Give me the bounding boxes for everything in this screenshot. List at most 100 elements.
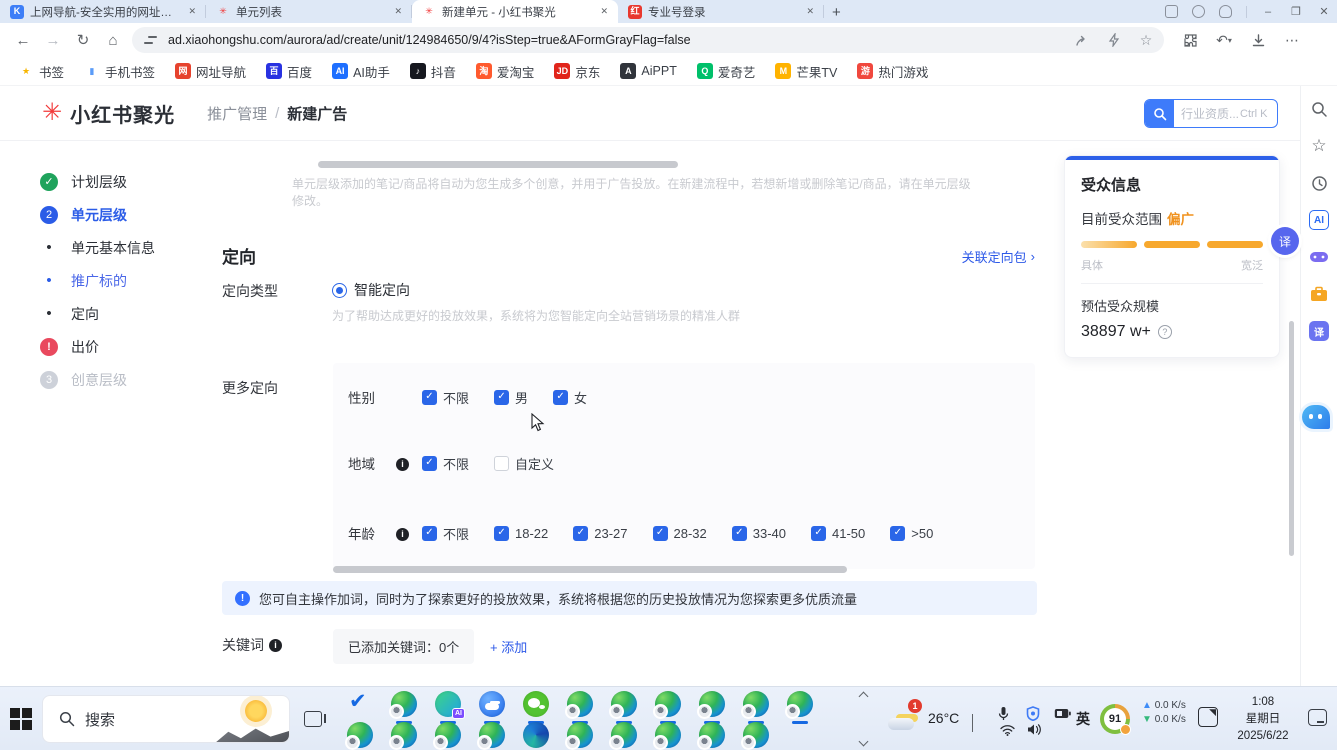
home-icon[interactable]: ⌂	[98, 32, 128, 49]
info-icon[interactable]: i	[396, 458, 409, 471]
bookmark-item[interactable]: A AiPPT	[620, 63, 676, 79]
sidebar-step[interactable]: • 单元基本信息	[0, 231, 205, 264]
taskbar-clock[interactable]: 1:08 星期日 2025/6/22	[1228, 694, 1298, 745]
taskbar-app-icon[interactable]	[426, 691, 470, 721]
question-icon[interactable]: ?	[1158, 325, 1172, 339]
checkbox-option[interactable]: ✓ 自定义	[494, 454, 554, 473]
scroll-up-icon[interactable]	[858, 692, 868, 702]
share-icon[interactable]	[1074, 32, 1090, 48]
checkbox-option[interactable]: ✓ 男	[494, 388, 528, 407]
targeting-package-link[interactable]: 关联定向包›	[962, 247, 1035, 266]
checkbox-option[interactable]: ✓ 23-27	[573, 526, 627, 541]
taskbar-app-icon[interactable]	[382, 722, 426, 750]
rail-search-icon[interactable]	[1308, 98, 1330, 120]
sidebar-step[interactable]: • 定向	[0, 297, 205, 330]
checkbox-option[interactable]: ✓ 女	[553, 388, 587, 407]
taskbar-app-icon[interactable]	[338, 691, 382, 721]
extensions-puzzle-icon[interactable]	[1182, 32, 1198, 48]
bookmark-item[interactable]: Q 爱奇艺	[697, 62, 756, 81]
taskbar-app-icon[interactable]	[514, 722, 558, 750]
search-icon[interactable]	[1145, 99, 1174, 128]
radio-selected-icon[interactable]	[332, 283, 347, 298]
taskbar-app-icon[interactable]	[734, 691, 778, 721]
volume-icon[interactable]	[1027, 723, 1042, 736]
rail-favorites-star-icon[interactable]: ☆	[1308, 135, 1330, 157]
checkbox-option[interactable]: ✓ >50	[890, 526, 933, 541]
checkbox[interactable]: ✓	[732, 526, 747, 541]
bookmark-item[interactable]: AI AI助手	[332, 62, 390, 81]
horizontal-scrollbar-bottom[interactable]	[333, 566, 847, 573]
smart-targeting-radio[interactable]: 智能定向	[332, 280, 410, 300]
breadcrumb-parent[interactable]: 推广管理	[207, 103, 267, 124]
sidebar-step[interactable]: ! 出价	[0, 330, 205, 363]
bookmark-item[interactable]: JD 京东	[554, 62, 600, 81]
taskbar-app-icon[interactable]	[558, 722, 602, 750]
sidebar-step[interactable]: 2 单元层级	[0, 198, 205, 231]
assistant-icon[interactable]	[1192, 5, 1205, 18]
tab-close-icon[interactable]: ✕	[392, 4, 404, 19]
checkbox[interactable]: ✓	[653, 526, 668, 541]
taskbar-app-icon[interactable]	[426, 722, 470, 750]
page-scrollbar[interactable]	[1289, 321, 1294, 556]
network-speed-indicator[interactable]: ▲ 0.0 K/s ▼ 0.0 K/s	[1142, 699, 1186, 727]
shield-icon[interactable]	[1026, 706, 1040, 721]
rail-history-clock-icon[interactable]	[1308, 172, 1330, 194]
checkbox-option[interactable]: ✓ 不限	[422, 524, 469, 543]
taskbar-app-icon[interactable]	[382, 691, 426, 721]
temperature-text[interactable]: 26°C	[928, 710, 959, 726]
bookmark-item[interactable]: 百 百度	[266, 62, 312, 81]
taskbar-app-icon[interactable]	[602, 691, 646, 721]
taskbar-overflow-arrows[interactable]	[856, 687, 870, 750]
bookmark-item[interactable]: ★ 书签	[18, 62, 64, 81]
sidebar-step[interactable]: ✓ 计划层级	[0, 165, 205, 198]
sidebar-step[interactable]: • 推广标的	[0, 264, 205, 297]
checkbox-option[interactable]: ✓ 41-50	[811, 526, 865, 541]
checkbox-option[interactable]: ✓ 28-32	[653, 526, 707, 541]
info-icon[interactable]: i	[269, 639, 282, 652]
checkbox[interactable]: ✓	[494, 390, 509, 405]
history-undo-icon[interactable]: ↶▾	[1216, 32, 1232, 48]
bookmark-item[interactable]: 游 热门游戏	[857, 62, 928, 81]
taskbar-app-icon[interactable]	[338, 722, 382, 750]
lightning-icon[interactable]	[1106, 32, 1122, 48]
ime-language-indicator[interactable]: 英	[1076, 709, 1090, 729]
taskbar-app-icon[interactable]	[734, 722, 778, 750]
header-search-box[interactable]: Ctrl K	[1144, 99, 1278, 128]
tray-expand-chevron[interactable]	[972, 715, 973, 733]
checkbox[interactable]: ✓	[573, 526, 588, 541]
forward-icon[interactable]: →	[38, 32, 68, 49]
tray-weather-icon[interactable]: 1	[888, 703, 920, 733]
taskbar-app-icon[interactable]	[778, 691, 822, 721]
rail-ai-icon[interactable]: AI	[1308, 209, 1330, 231]
scroll-down-icon[interactable]	[858, 737, 868, 747]
bookmark-item[interactable]: M 芒果TV	[775, 62, 837, 81]
devices-icon[interactable]	[1165, 5, 1178, 18]
checkbox[interactable]: ✓	[422, 390, 437, 405]
checkbox[interactable]: ✓	[494, 456, 509, 471]
bookmark-star-icon[interactable]: ☆	[1138, 32, 1154, 48]
battery-icon[interactable]	[1054, 708, 1071, 719]
taskbar-app-icon[interactable]	[646, 722, 690, 750]
browser-tab[interactable]: 红 专业号登录 ✕	[618, 0, 824, 23]
taskbar-app-icon[interactable]	[646, 691, 690, 721]
sidebar-step[interactable]: 3 创意层级	[0, 363, 205, 396]
microphone-icon[interactable]	[998, 706, 1009, 721]
tab-close-icon[interactable]: ✕	[186, 4, 198, 19]
profile-icon[interactable]	[1219, 5, 1232, 18]
reload-icon[interactable]: ↻	[68, 31, 98, 49]
checkbox[interactable]: ✓	[553, 390, 568, 405]
bookmark-item[interactable]: 淘 爱淘宝	[476, 62, 535, 81]
checkbox-option[interactable]: ✓ 不限	[422, 454, 469, 473]
tab-close-icon[interactable]: ✕	[598, 4, 610, 19]
taskbar-app-icon[interactable]	[690, 691, 734, 721]
browser-tab[interactable]: ✳ 新建单元 - 小红书聚光 ✕	[412, 0, 618, 23]
browser-tab[interactable]: ✳ 单元列表 ✕	[206, 0, 412, 23]
bookmark-item[interactable]: ▮ 手机书签	[84, 62, 155, 81]
taskbar-app-icon[interactable]	[514, 691, 558, 721]
download-icon[interactable]	[1250, 32, 1266, 48]
keyword-add-button[interactable]: + 添加	[490, 637, 527, 656]
checkbox[interactable]: ✓	[811, 526, 826, 541]
taskbar-app-icon[interactable]	[602, 722, 646, 750]
taskbar-app-icon[interactable]	[470, 722, 514, 750]
horizontal-scrollbar-top[interactable]	[318, 161, 678, 168]
